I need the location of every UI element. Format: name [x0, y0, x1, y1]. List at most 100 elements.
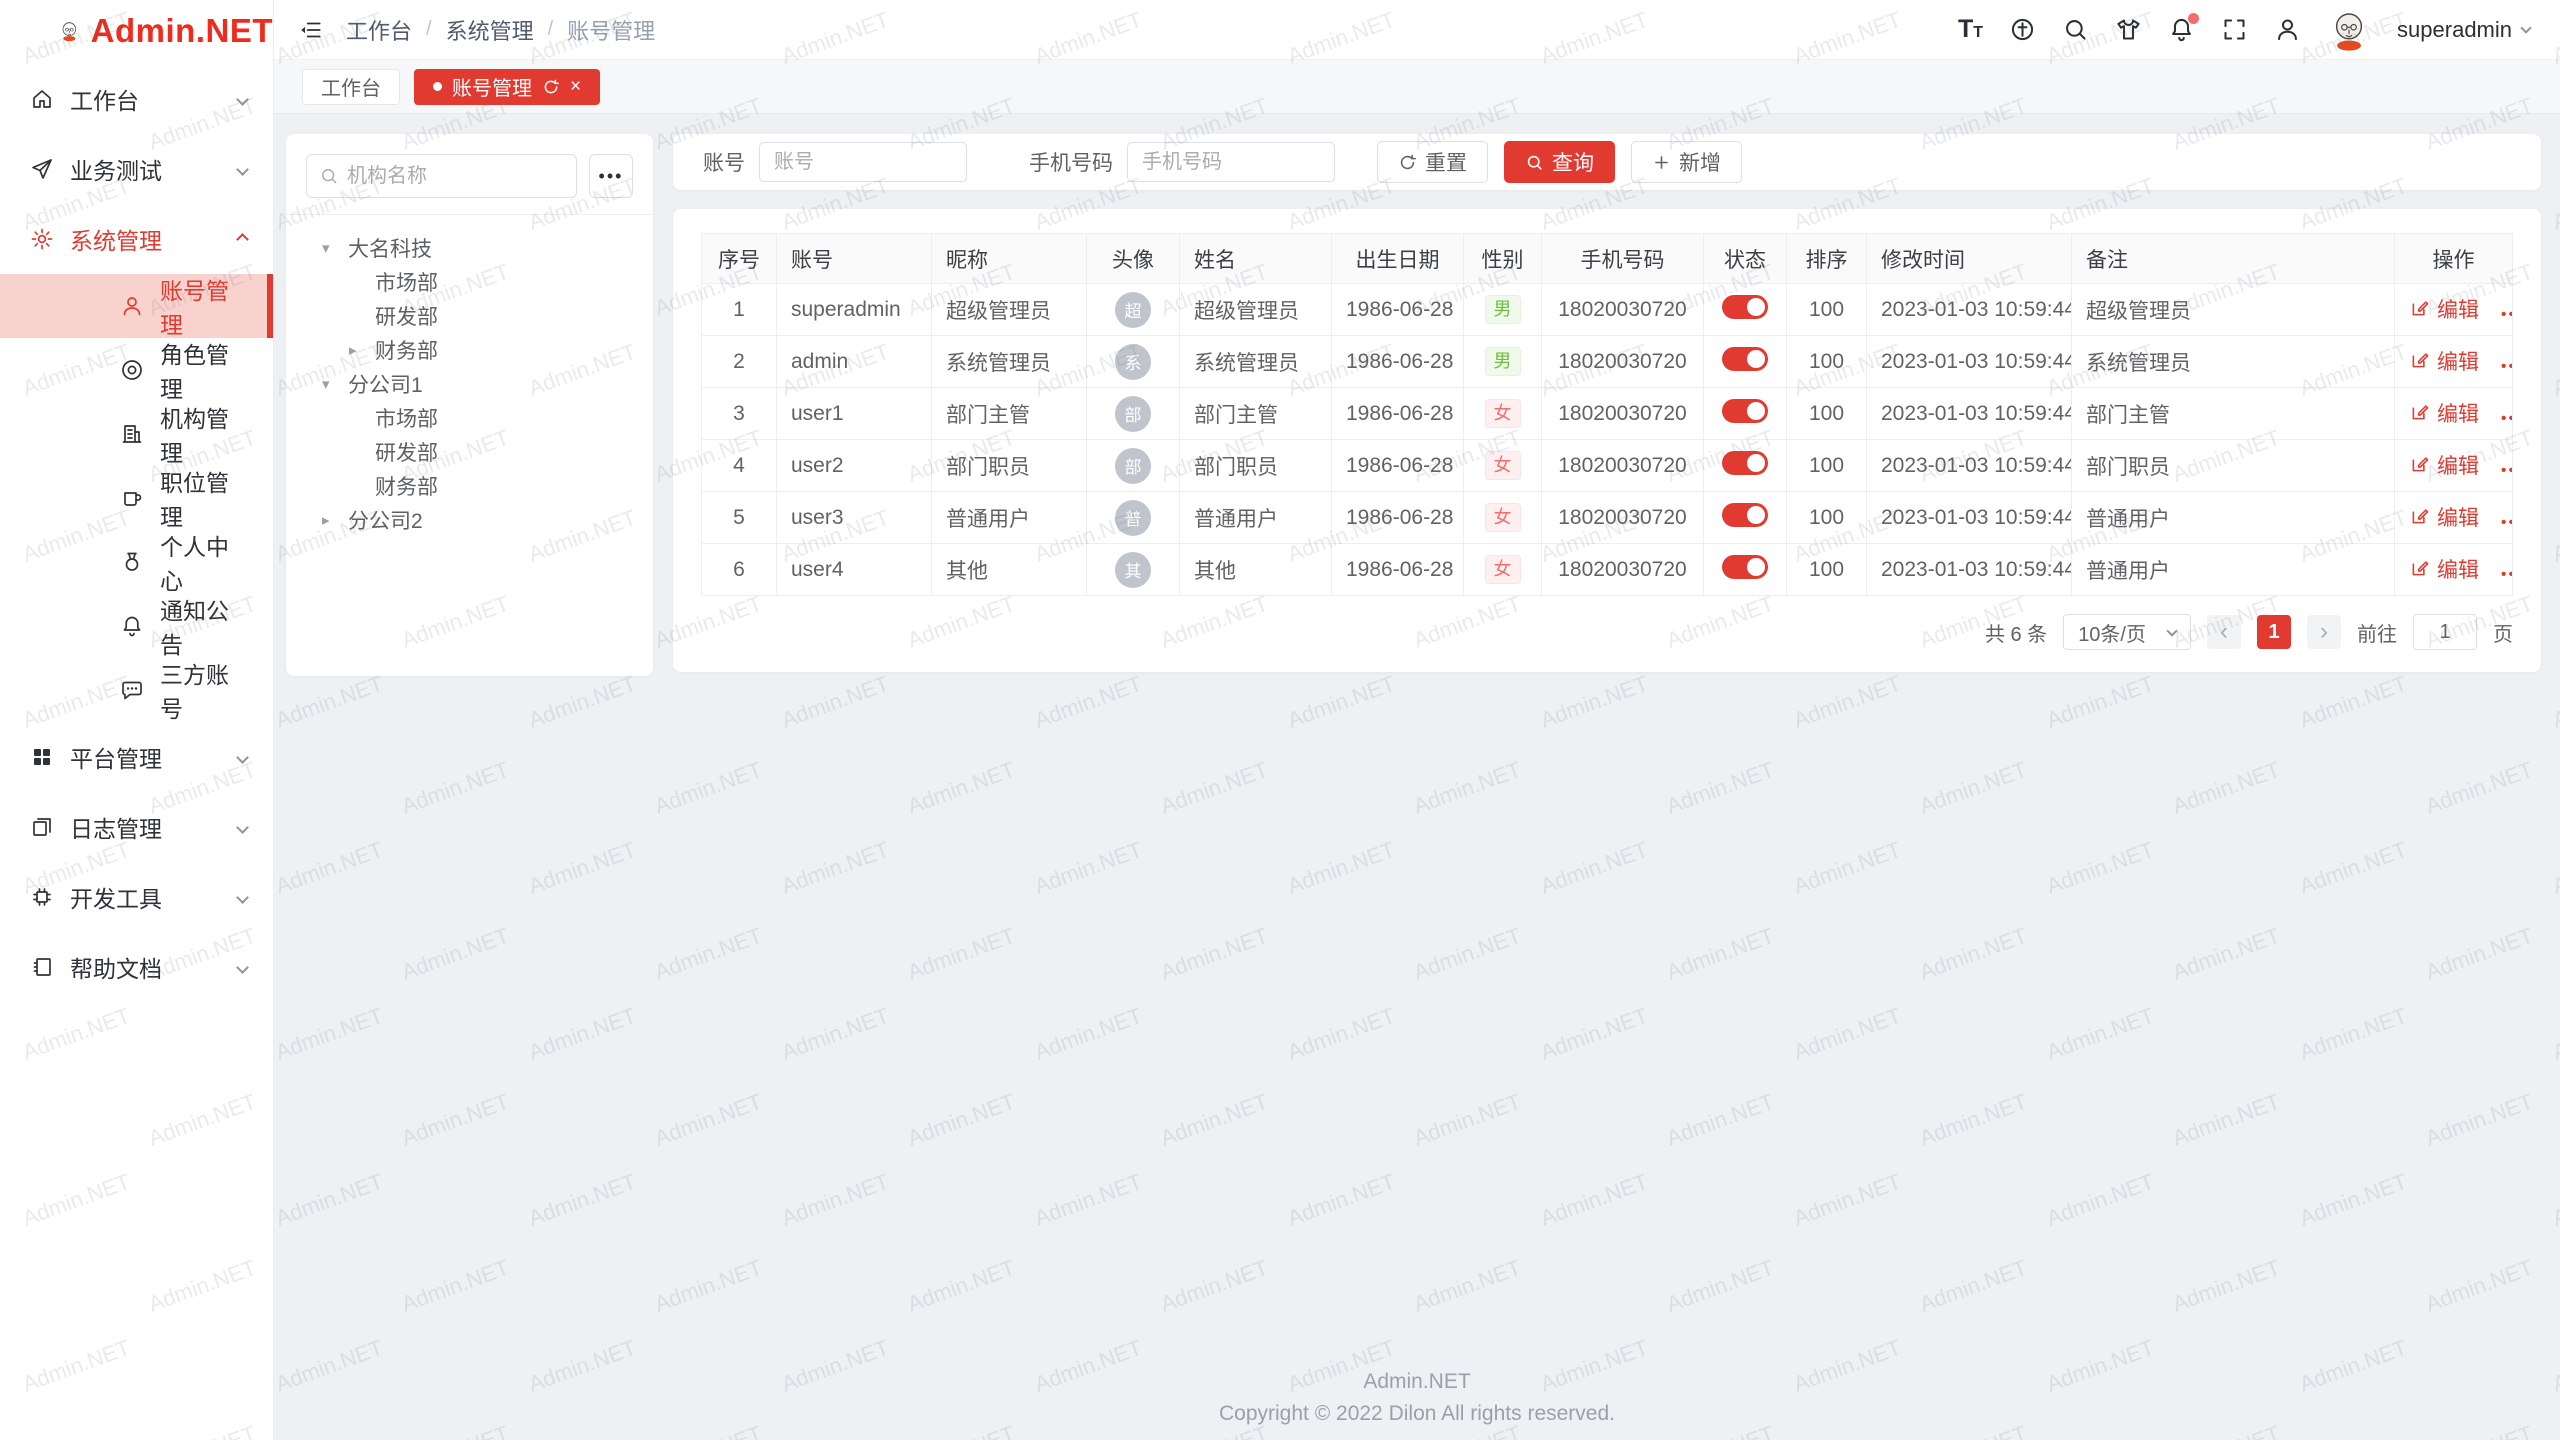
sidebar-item-system-mgmt[interactable]: 系统管理 [0, 204, 273, 274]
cell-name: 其他 [1180, 544, 1332, 596]
menu-fold-icon[interactable] [298, 17, 324, 43]
add-button[interactable]: 新增 [1631, 141, 1742, 183]
next-page-button[interactable]: › [2307, 615, 2341, 649]
breadcrumb-item[interactable]: 系统管理 [446, 14, 534, 46]
status-toggle[interactable] [1722, 555, 1768, 579]
more-actions-button[interactable]: ••• [2501, 462, 2513, 479]
theme-button[interactable] [2115, 16, 2142, 43]
table-column-header[interactable]: 出生日期 [1332, 234, 1464, 284]
search-button[interactable]: 查询 [1504, 141, 1615, 183]
tree-caret-icon[interactable] [322, 239, 348, 257]
status-toggle[interactable] [1722, 347, 1768, 371]
more-actions-button[interactable]: ••• [2501, 566, 2513, 583]
org-search-box[interactable] [306, 154, 577, 198]
cell-account: user1 [777, 388, 932, 440]
edit-button[interactable]: 编辑 [2409, 294, 2479, 324]
tab-close-icon[interactable]: × [570, 77, 581, 96]
tree-node[interactable]: 市场部 [296, 401, 643, 435]
table-column-header[interactable]: 手机号码 [1542, 234, 1704, 284]
sidebar-item-notice[interactable]: 通知公告 [0, 594, 273, 658]
table-column-header[interactable]: 状态 [1704, 234, 1787, 284]
table-row[interactable]: 3 user1 部门主管 部 部门主管 1986-06-28 女 [702, 388, 2513, 440]
sidebar-item-account-mgmt[interactable]: 账号管理 [0, 274, 273, 338]
table-row[interactable]: 2 admin 系统管理员 系 系统管理员 1986-06-28 男 [702, 336, 2513, 388]
tree-node[interactable]: 市场部 [296, 265, 643, 299]
tab-workbench[interactable]: 工作台 [302, 69, 400, 105]
search-button[interactable] [2062, 16, 2089, 43]
sidebar-item-profile-center[interactable]: 个人中心 [0, 530, 273, 594]
sidebar-item-business-test[interactable]: 业务测试 [0, 134, 273, 204]
tree-node[interactable]: 财务部 [296, 469, 643, 503]
sidebar-item-platform-mgmt[interactable]: 平台管理 [0, 722, 273, 792]
table-row[interactable]: 6 user4 其他 其 其他 1986-06-28 女 [702, 544, 2513, 596]
sidebar-item-log-mgmt[interactable]: 日志管理 [0, 792, 273, 862]
more-actions-button[interactable]: ••• [2501, 358, 2513, 375]
page-goto-input[interactable] [2413, 614, 2477, 650]
more-actions-button[interactable]: ••• [2501, 514, 2513, 531]
table-column-header[interactable]: 账号 [777, 234, 932, 284]
user-avatar[interactable] [2327, 8, 2371, 52]
table-column-header[interactable]: 姓名 [1180, 234, 1332, 284]
sidebar-item-dev-tools[interactable]: 开发工具 [0, 862, 273, 932]
sidebar-item-position-mgmt[interactable]: 职位管理 [0, 466, 273, 530]
edit-button[interactable]: 编辑 [2409, 346, 2479, 376]
status-toggle[interactable] [1722, 451, 1768, 475]
sidebar-item-workbench[interactable]: 工作台 [0, 64, 273, 134]
account-filter-input[interactable] [759, 142, 967, 182]
more-actions-button[interactable]: ••• [2501, 306, 2513, 323]
table-column-header[interactable]: 排序 [1787, 234, 1867, 284]
edit-button[interactable]: 编辑 [2409, 554, 2479, 584]
sidebar-item-help-docs[interactable]: 帮助文档 [0, 932, 273, 1002]
cell-name: 部门主管 [1180, 388, 1332, 440]
table-row[interactable]: 4 user2 部门职员 部 部门职员 1986-06-28 女 [702, 440, 2513, 492]
sidebar-item-third-party-account[interactable]: 三方账号 [0, 658, 273, 722]
font-size-button[interactable]: TT [1958, 17, 1983, 42]
status-toggle[interactable] [1722, 399, 1768, 423]
tab-account-mgmt[interactable]: 账号管理 × [414, 69, 600, 105]
table-column-header[interactable]: 操作 [2395, 234, 2513, 284]
tree-caret-icon[interactable] [322, 375, 348, 393]
fullscreen-button[interactable] [2221, 16, 2248, 43]
status-toggle[interactable] [1722, 503, 1768, 527]
prev-page-button[interactable]: ‹ [2207, 615, 2241, 649]
more-actions-button[interactable]: ••• [2501, 410, 2513, 427]
tree-node[interactable]: 财务部 [296, 333, 643, 367]
app-logo[interactable]: Admin.NET [0, 0, 273, 62]
tab-refresh-icon[interactable] [542, 78, 560, 96]
tree-node-label: 分公司2 [348, 505, 423, 535]
current-page-button[interactable]: 1 [2257, 615, 2291, 649]
phone-filter-input[interactable] [1127, 142, 1335, 182]
tree-caret-icon[interactable] [349, 341, 375, 359]
tree-node[interactable]: 研发部 [296, 299, 643, 333]
notifications-button[interactable] [2168, 16, 2195, 43]
table-row[interactable]: 1 superadmin 超级管理员 超 超级管理员 1986-06-28 男 [702, 284, 2513, 336]
user-menu[interactable]: superadmin [2397, 17, 2530, 43]
tree-node-label: 大名科技 [348, 233, 432, 263]
reset-button[interactable]: 重置 [1377, 141, 1488, 183]
tree-node[interactable]: 分公司2 [296, 503, 643, 537]
tree-more-button[interactable]: ••• [589, 154, 633, 198]
sidebar-item-role-mgmt[interactable]: 角色管理 [0, 338, 273, 402]
edit-button[interactable]: 编辑 [2409, 502, 2479, 532]
tree-node[interactable]: 分公司1 [296, 367, 643, 401]
home-icon [30, 87, 54, 111]
tree-node[interactable]: 大名科技 [296, 231, 643, 265]
edit-button[interactable]: 编辑 [2409, 398, 2479, 428]
language-button[interactable] [2009, 16, 2036, 43]
table-column-header[interactable]: 性别 [1464, 234, 1542, 284]
table-column-header[interactable]: 序号 [702, 234, 777, 284]
table-column-header[interactable]: 备注 [2072, 234, 2395, 284]
breadcrumb-item[interactable]: 工作台 [346, 14, 412, 46]
status-toggle[interactable] [1722, 295, 1768, 319]
table-column-header[interactable]: 修改时间 [1867, 234, 2072, 284]
table-row[interactable]: 5 user3 普通用户 普 普通用户 1986-06-28 女 [702, 492, 2513, 544]
table-column-header[interactable]: 头像 [1087, 234, 1180, 284]
org-search-input[interactable] [347, 165, 564, 188]
tree-node[interactable]: 研发部 [296, 435, 643, 469]
page-size-select[interactable]: 10条/页 [2063, 614, 2191, 650]
table-column-header[interactable]: 昵称 [932, 234, 1087, 284]
sidebar-item-org-mgmt[interactable]: 机构管理 [0, 402, 273, 466]
profile-button[interactable] [2274, 16, 2301, 43]
tree-caret-icon[interactable] [322, 511, 348, 529]
edit-button[interactable]: 编辑 [2409, 450, 2479, 480]
